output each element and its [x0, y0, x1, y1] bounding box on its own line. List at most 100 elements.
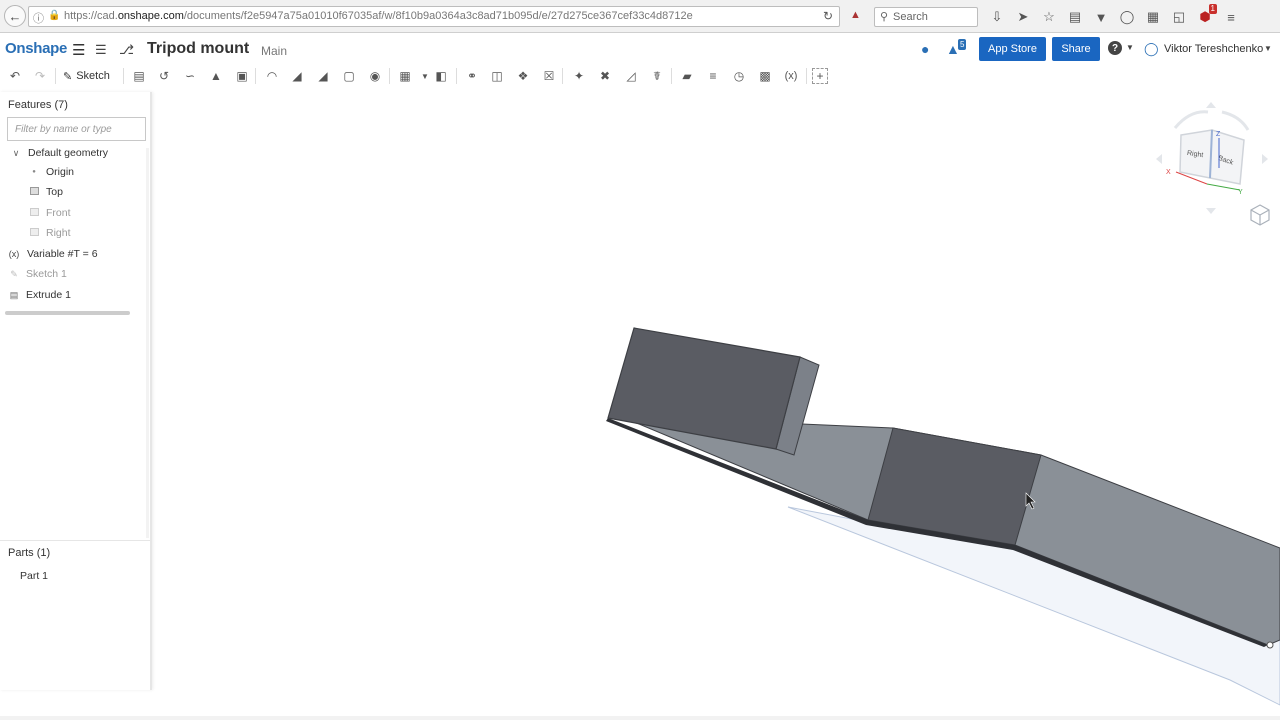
- feature-plane-right[interactable]: Right: [28, 224, 71, 242]
- pocket-icon[interactable]: ▼: [1088, 7, 1114, 27]
- url-bar[interactable]: ⓘ 🔒 https://cad.onshape.com/documents/f2…: [28, 6, 840, 27]
- onshape-logo[interactable]: Onshape: [5, 40, 67, 57]
- fillet-icon[interactable]: ◠: [263, 67, 281, 85]
- plane-icon: [28, 228, 40, 238]
- chevron-down-icon[interactable]: ▼: [1264, 44, 1272, 53]
- default-geometry-group[interactable]: ∨ Default geometry: [10, 144, 108, 162]
- reload-icon[interactable]: ↻: [823, 9, 833, 23]
- plane-right-label: Right: [46, 227, 71, 239]
- graphics-viewport[interactable]: [154, 92, 1280, 720]
- branch-icon[interactable]: ⎇: [119, 42, 134, 58]
- feature-plane-top[interactable]: Top: [28, 183, 63, 201]
- split-icon[interactable]: ◫: [488, 67, 506, 85]
- feature-extrude[interactable]: ▤ Extrude 1: [8, 286, 71, 304]
- toolbar-divider: [123, 68, 124, 84]
- vertical-scrollbar[interactable]: [146, 148, 149, 538]
- feature-sketch[interactable]: ✎ Sketch 1: [8, 265, 67, 283]
- apps-grid-icon[interactable]: ▦: [1140, 7, 1166, 27]
- shield-icon[interactable]: ◱: [1166, 7, 1192, 27]
- replace-face-icon[interactable]: ☤: [648, 67, 666, 85]
- horizontal-scrollbar[interactable]: [5, 311, 130, 315]
- extrude-icon: ▤: [9, 289, 19, 300]
- x-axis-label: X: [1166, 169, 1171, 176]
- back-icon[interactable]: ←: [4, 5, 26, 27]
- parts-heading[interactable]: Parts (1): [8, 547, 50, 559]
- lock-icon[interactable]: 🔒: [48, 10, 60, 21]
- delete-part-icon[interactable]: ☒: [540, 67, 558, 85]
- sketch-button[interactable]: ✎ Sketch: [63, 67, 110, 85]
- plane-icon[interactable]: ▰: [678, 67, 696, 85]
- download-icon[interactable]: ⇩: [984, 7, 1010, 27]
- chamfer-icon[interactable]: ◢: [288, 67, 306, 85]
- draft-icon[interactable]: ◢: [314, 67, 332, 85]
- page-tool-icon[interactable]: ▲: [850, 9, 861, 21]
- sheet-metal-icon[interactable]: ▩: [756, 67, 774, 85]
- helix-icon[interactable]: ◷: [730, 67, 748, 85]
- feature-filter[interactable]: [7, 117, 146, 141]
- user-name[interactable]: Viktor Tereshchenko: [1164, 43, 1263, 55]
- shell-icon[interactable]: ▢: [340, 67, 358, 85]
- reading-list-icon[interactable]: ▤: [1062, 7, 1088, 27]
- hole-icon[interactable]: ◉: [366, 67, 384, 85]
- panel-divider[interactable]: [0, 540, 150, 541]
- modify-fillet-icon[interactable]: ✦: [570, 67, 588, 85]
- z-axis-label: Z: [1216, 131, 1221, 138]
- pattern-icon[interactable]: ▦: [396, 67, 414, 85]
- url-text[interactable]: https://cad.onshape.com/documents/f2e594…: [64, 10, 693, 22]
- chevron-down-icon[interactable]: ∨: [10, 148, 22, 159]
- add-custom-feature-icon[interactable]: +: [812, 68, 828, 84]
- info-icon[interactable]: ⓘ: [33, 10, 44, 26]
- chevron-down-icon[interactable]: ▼: [1126, 43, 1134, 52]
- app-header: Onshape ☰ ☰ ⎇ Tripod mount Main ● ▲ 5 Ap…: [0, 34, 1280, 64]
- rotate-arc-icon[interactable]: [1173, 110, 1209, 129]
- adblock-icon[interactable]: ⬢ 1: [1192, 4, 1218, 27]
- move-face-icon[interactable]: ◿: [622, 67, 640, 85]
- share-button[interactable]: Share: [1052, 37, 1100, 61]
- feature-filter-input[interactable]: [8, 118, 145, 140]
- app-store-button[interactable]: App Store: [979, 37, 1046, 61]
- workspace-name[interactable]: Main: [261, 44, 287, 58]
- feature-variable[interactable]: (x) Variable #T = 6: [7, 245, 98, 263]
- view-cube[interactable]: Right Back X Y Z: [1150, 98, 1275, 228]
- plane-front-label: Front: [46, 207, 71, 219]
- transform-icon[interactable]: ❖: [514, 67, 532, 85]
- version-graph-icon[interactable]: ☰: [95, 42, 107, 58]
- revolve-icon[interactable]: ↺: [155, 67, 173, 85]
- mirror-icon[interactable]: ◧: [432, 67, 450, 85]
- rotate-right-icon[interactable]: [1262, 154, 1268, 164]
- redo-icon[interactable]: ↷: [31, 67, 49, 85]
- toolbar-divider: [671, 68, 672, 84]
- hamburger-menu-icon[interactable]: ☰: [72, 41, 85, 59]
- extrude-icon[interactable]: ▤: [130, 67, 148, 85]
- rotate-left-icon[interactable]: [1156, 154, 1162, 164]
- feature-origin[interactable]: ● Origin: [28, 163, 74, 181]
- send-icon[interactable]: ➤: [1010, 7, 1036, 27]
- rotate-down-icon[interactable]: [1206, 208, 1216, 214]
- view-options-icon[interactable]: [1250, 204, 1270, 226]
- mate-connector-icon[interactable]: ≡: [704, 67, 722, 85]
- vertex-marker[interactable]: [1266, 641, 1274, 649]
- rotate-arc-icon[interactable]: [1221, 110, 1250, 131]
- feature-plane-front[interactable]: Front: [28, 204, 71, 222]
- y-axis-label: Y: [1238, 189, 1243, 196]
- document-title[interactable]: Tripod mount: [147, 40, 249, 58]
- undo-icon[interactable]: ↶: [6, 67, 24, 85]
- rotate-up-icon[interactable]: [1206, 102, 1216, 108]
- sweep-icon[interactable]: ∽: [181, 67, 199, 85]
- origin-label: Origin: [46, 166, 75, 178]
- search-input[interactable]: [893, 10, 973, 24]
- loft-icon[interactable]: ▲: [207, 67, 225, 85]
- user-icon[interactable]: ◯: [1144, 41, 1159, 57]
- search-bar[interactable]: ⚲: [874, 7, 978, 27]
- features-heading[interactable]: Features (7): [8, 99, 68, 111]
- thicken-icon[interactable]: ▣: [233, 67, 251, 85]
- comment-icon[interactable]: ●: [921, 41, 929, 57]
- delete-face-icon[interactable]: ✖: [596, 67, 614, 85]
- boolean-icon[interactable]: ⚭: [463, 67, 481, 85]
- help-icon[interactable]: ?: [1108, 41, 1122, 55]
- variable-icon[interactable]: (x): [780, 67, 802, 85]
- bookmark-star-icon[interactable]: ☆: [1036, 7, 1062, 27]
- menu-icon[interactable]: ≡: [1218, 7, 1244, 27]
- part-item[interactable]: Part 1: [20, 567, 48, 585]
- chat-icon[interactable]: ◯: [1114, 7, 1140, 27]
